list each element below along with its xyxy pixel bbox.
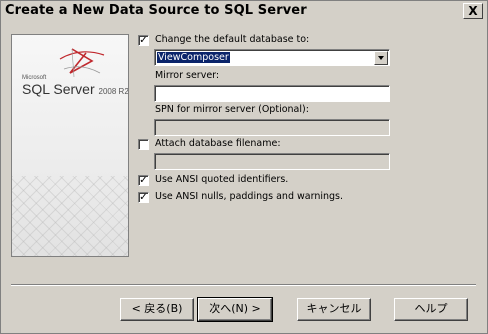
- product-name: SQL Server 2008 R2: [22, 81, 129, 97]
- ansi-nulls-label: Use ANSI nulls, paddings and warnings.: [155, 191, 344, 202]
- change-db-label: Change the default database to:: [155, 34, 310, 45]
- ansi-quoted-checkbox[interactable]: ✓: [138, 175, 149, 186]
- product-version: 2008 R2: [98, 87, 129, 96]
- attach-db-label: Attach database filename:: [155, 138, 281, 149]
- ansi-quoted-label: Use ANSI quoted identifiers.: [155, 174, 289, 185]
- sql-server-banner: Microsoft SQL Server 2008 R2: [11, 34, 129, 257]
- divider: [11, 284, 476, 286]
- back-button[interactable]: < 戻る(B): [120, 298, 194, 321]
- product-title: SQL Server: [22, 81, 95, 97]
- ansi-nulls-checkbox[interactable]: ✓: [138, 192, 149, 203]
- cancel-button[interactable]: キャンセル: [297, 298, 371, 321]
- window-title: Create a New Data Source to SQL Server: [5, 3, 307, 18]
- close-button[interactable]: X: [463, 3, 483, 19]
- mirror-server-label: Mirror server:: [155, 70, 220, 81]
- help-button[interactable]: ヘルプ: [394, 298, 468, 321]
- sql-server-logo-icon: [59, 48, 105, 78]
- default-database-value: ViewComposer: [157, 52, 230, 63]
- banner-pattern: [12, 176, 128, 256]
- mirror-server-input[interactable]: [154, 85, 390, 102]
- next-button[interactable]: 次へ(N) >: [197, 297, 273, 322]
- title-bar: Create a New Data Source to SQL Server X: [1, 1, 487, 22]
- chevron-down-icon[interactable]: [374, 51, 388, 65]
- attach-db-checkbox[interactable]: [138, 139, 149, 150]
- spn-input[interactable]: [154, 119, 390, 136]
- attach-db-input[interactable]: [154, 153, 390, 170]
- dialog-window: Create a New Data Source to SQL Server X…: [0, 0, 488, 334]
- spn-label: SPN for mirror server (Optional):: [155, 104, 309, 115]
- change-db-checkbox[interactable]: ✓: [138, 35, 149, 46]
- default-database-combo[interactable]: ViewComposer: [154, 49, 390, 66]
